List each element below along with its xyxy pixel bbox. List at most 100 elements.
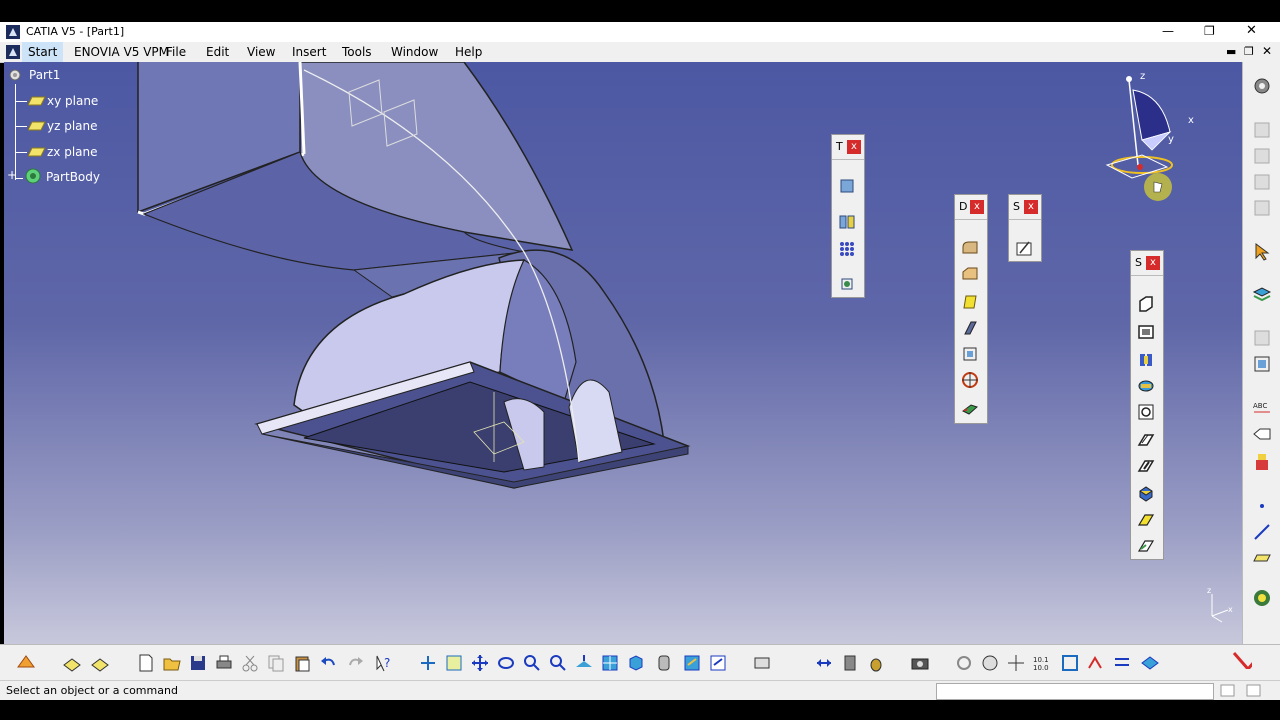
chamfer-icon[interactable]	[961, 265, 979, 283]
panel2-icon[interactable]	[1246, 684, 1262, 698]
partbody-gear-icon[interactable]	[23, 166, 43, 186]
doc-close-button[interactable]: ✕	[1262, 44, 1272, 58]
hide-show-icon[interactable]	[682, 653, 702, 673]
point-icon[interactable]	[1252, 496, 1272, 516]
snap-icon[interactable]	[1006, 653, 1026, 673]
constraint3-icon[interactable]	[1252, 172, 1272, 192]
compass-widget[interactable]: z x y	[1102, 70, 1202, 210]
sketch-icon[interactable]	[1015, 239, 1033, 257]
tree-item-part1[interactable]: Part1	[29, 68, 60, 82]
command-input[interactable]	[936, 683, 1214, 700]
sketcher2-icon[interactable]	[90, 653, 110, 673]
menu-insert[interactable]: Insert	[292, 45, 326, 59]
hand-icon[interactable]	[980, 653, 1000, 673]
menu-file[interactable]: File	[166, 45, 186, 59]
remove-face-icon[interactable]	[961, 399, 979, 417]
sketcher-icon[interactable]	[62, 653, 82, 673]
tree-item-xy-plane[interactable]: xy plane	[47, 94, 98, 108]
mirror-icon[interactable]	[838, 213, 856, 231]
scaling-icon[interactable]	[838, 275, 856, 293]
pattern-icon[interactable]	[838, 240, 856, 258]
zoom-in-icon[interactable]	[522, 653, 542, 673]
groove-icon[interactable]	[1137, 377, 1155, 395]
open-icon[interactable]	[162, 653, 182, 673]
constraint-icon[interactable]	[1252, 120, 1272, 140]
shell-icon[interactable]	[961, 319, 979, 337]
stiffener-icon[interactable]	[1137, 485, 1155, 503]
axis-system-icon[interactable]	[1252, 328, 1272, 348]
document-icon[interactable]	[6, 45, 20, 59]
box-select-icon[interactable]	[1060, 653, 1080, 673]
expand-icon[interactable]: +	[7, 168, 17, 182]
measure-item-icon[interactable]	[840, 653, 860, 673]
multi-section-solid-icon[interactable]	[1137, 511, 1155, 529]
catalog-icon[interactable]	[1252, 588, 1272, 608]
menu-tools[interactable]: Tools	[342, 45, 372, 59]
doc-minimize-button[interactable]: ▬	[1226, 45, 1236, 58]
close-button[interactable]: ✕	[1246, 23, 1257, 38]
thread-icon[interactable]	[961, 371, 979, 389]
part-geometry[interactable]	[4, 62, 1242, 644]
measure-between-icon[interactable]	[814, 653, 834, 673]
thickness-icon[interactable]	[961, 345, 979, 363]
update-icon[interactable]	[1252, 284, 1272, 304]
sync-icon[interactable]	[954, 653, 974, 673]
constraint2-icon[interactable]	[1252, 146, 1272, 166]
doc-restore-button[interactable]: ❐	[1244, 45, 1254, 58]
menu-window[interactable]: Window	[391, 45, 438, 59]
copy-icon[interactable]	[266, 653, 286, 673]
removed-multi-section-icon[interactable]	[1137, 537, 1155, 555]
3d-viewport[interactable]: Part1 xy plane yz plane zx plane + PartB…	[4, 62, 1242, 644]
fillet-icon[interactable]	[961, 239, 979, 257]
select-arrow-icon[interactable]	[1252, 242, 1272, 262]
part-gear-icon[interactable]	[6, 67, 26, 83]
camera-icon[interactable]	[910, 653, 930, 673]
rotate-icon[interactable]	[496, 653, 516, 673]
layer-icon[interactable]	[1140, 653, 1160, 673]
grid-value-icon[interactable]: 10.110.0	[1032, 653, 1052, 673]
restore-button[interactable]: ❐	[1204, 24, 1215, 38]
tree-item-partbody[interactable]: PartBody	[46, 170, 100, 184]
normal-view-icon[interactable]	[574, 653, 594, 673]
tree-item-zx-plane[interactable]: zx plane	[47, 145, 98, 159]
toolbar-t-close-button[interactable]: x	[847, 140, 861, 154]
shaft-icon[interactable]	[1137, 351, 1155, 369]
undo-icon[interactable]	[318, 653, 338, 673]
toolbar-s1-close-button[interactable]: x	[1024, 200, 1038, 214]
print-icon[interactable]	[214, 653, 234, 673]
hole-icon[interactable]	[1137, 403, 1155, 421]
plane-tool-icon[interactable]	[1252, 548, 1272, 568]
shading-icon[interactable]	[654, 653, 674, 673]
multi-view-icon[interactable]	[600, 653, 620, 673]
tree-item-yz-plane[interactable]: yz plane	[47, 119, 98, 133]
floating-toolbar-t[interactable]: Tx	[831, 134, 865, 298]
pocket-icon[interactable]	[1137, 323, 1155, 341]
rib-icon[interactable]	[1137, 431, 1155, 449]
constraints-icon[interactable]	[1086, 653, 1106, 673]
menu-view[interactable]: View	[247, 45, 275, 59]
draft-icon[interactable]	[961, 293, 979, 311]
pad-icon[interactable]	[1137, 295, 1155, 313]
help-icon[interactable]: ?	[374, 653, 394, 673]
cut-icon[interactable]	[240, 653, 260, 673]
floating-toolbar-d[interactable]: Dx	[954, 194, 988, 424]
panel-icon[interactable]	[1220, 684, 1236, 698]
pan-icon[interactable]	[470, 653, 490, 673]
line-icon[interactable]	[1252, 522, 1272, 542]
menu-help[interactable]: Help	[455, 45, 482, 59]
toolbar-d-close-button[interactable]: x	[970, 200, 984, 214]
save-icon[interactable]	[188, 653, 208, 673]
new-icon[interactable]	[136, 653, 156, 673]
iso-view-icon[interactable]	[626, 653, 646, 673]
measure-inertia-icon[interactable]	[866, 653, 886, 673]
paste-icon[interactable]	[292, 653, 312, 673]
swap-space-icon[interactable]	[708, 653, 728, 673]
floating-toolbar-s1[interactable]: Sx	[1008, 194, 1042, 262]
slot-icon[interactable]	[1137, 457, 1155, 475]
transformation-icon[interactable]	[838, 177, 856, 195]
workbench-icon[interactable]	[16, 653, 36, 673]
dimension-icon[interactable]	[1112, 653, 1132, 673]
menu-enovia[interactable]: ENOVIA V5 VPM	[74, 45, 169, 59]
constraint4-icon[interactable]	[1252, 198, 1272, 218]
redo-icon[interactable]	[346, 653, 366, 673]
